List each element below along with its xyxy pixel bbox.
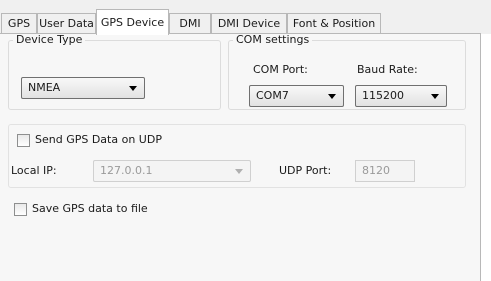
baud-rate-dropdown[interactable]: 115200 — [355, 85, 447, 107]
tab-divider — [0, 33, 481, 34]
tab-dmi-device[interactable]: DMI Device — [211, 13, 287, 33]
tab-gps[interactable]: GPS — [1, 13, 37, 33]
chevron-down-icon — [328, 94, 336, 99]
device-type-title: Device Type — [13, 33, 86, 46]
save-file-label: Save GPS data to file — [32, 202, 148, 215]
local-ip-value: 127.0.0.1 — [100, 164, 153, 177]
tab-label: GPS — [7, 17, 31, 30]
tab-strip: GPS User Data GPS Device DMI DMI Device … — [0, 0, 491, 35]
device-type-group: Device Type NMEA — [8, 33, 221, 110]
send-udp-checkbox[interactable] — [17, 134, 30, 147]
local-ip-label: Local IP: — [11, 164, 57, 177]
udp-port-value: 8120 — [362, 164, 390, 177]
tab-label: DMI Device — [217, 17, 281, 30]
com-port-label: COM Port: — [253, 63, 308, 76]
com-settings-group: COM settings COM Port: Baud Rate: COM7 1… — [228, 33, 466, 110]
tab-label: DMI — [179, 17, 201, 30]
tab-label: GPS Device — [100, 16, 165, 29]
baud-rate-label: Baud Rate: — [357, 63, 418, 76]
baud-rate-value: 115200 — [362, 89, 404, 102]
tab-label: User Data — [39, 17, 94, 30]
tab-gps-device[interactable]: GPS Device — [96, 9, 169, 35]
com-port-value: COM7 — [256, 89, 289, 102]
gps-device-panel: Device Type NMEA COM settings COM Port: … — [0, 33, 481, 281]
tab-user-data[interactable]: User Data — [37, 13, 96, 33]
udp-port-label: UDP Port: — [279, 164, 332, 177]
device-type-dropdown[interactable]: NMEA — [21, 77, 145, 99]
local-ip-dropdown[interactable]: 127.0.0.1 — [93, 160, 251, 182]
tab-font-position[interactable]: Font & Position — [287, 13, 381, 33]
udp-group: Send GPS Data on UDP Local IP: 127.0.0.1… — [8, 124, 466, 188]
chevron-down-icon — [235, 169, 243, 174]
chevron-down-icon — [129, 86, 137, 91]
tab-label: Font & Position — [292, 17, 376, 30]
device-type-value: NMEA — [28, 81, 61, 94]
udp-port-field[interactable]: 8120 — [355, 160, 415, 182]
com-settings-title: COM settings — [233, 33, 313, 46]
com-port-dropdown[interactable]: COM7 — [249, 85, 344, 107]
tab-dmi[interactable]: DMI — [169, 13, 211, 33]
send-udp-label: Send GPS Data on UDP — [35, 133, 162, 146]
save-file-checkbox[interactable] — [14, 203, 27, 216]
chevron-down-icon — [431, 94, 439, 99]
